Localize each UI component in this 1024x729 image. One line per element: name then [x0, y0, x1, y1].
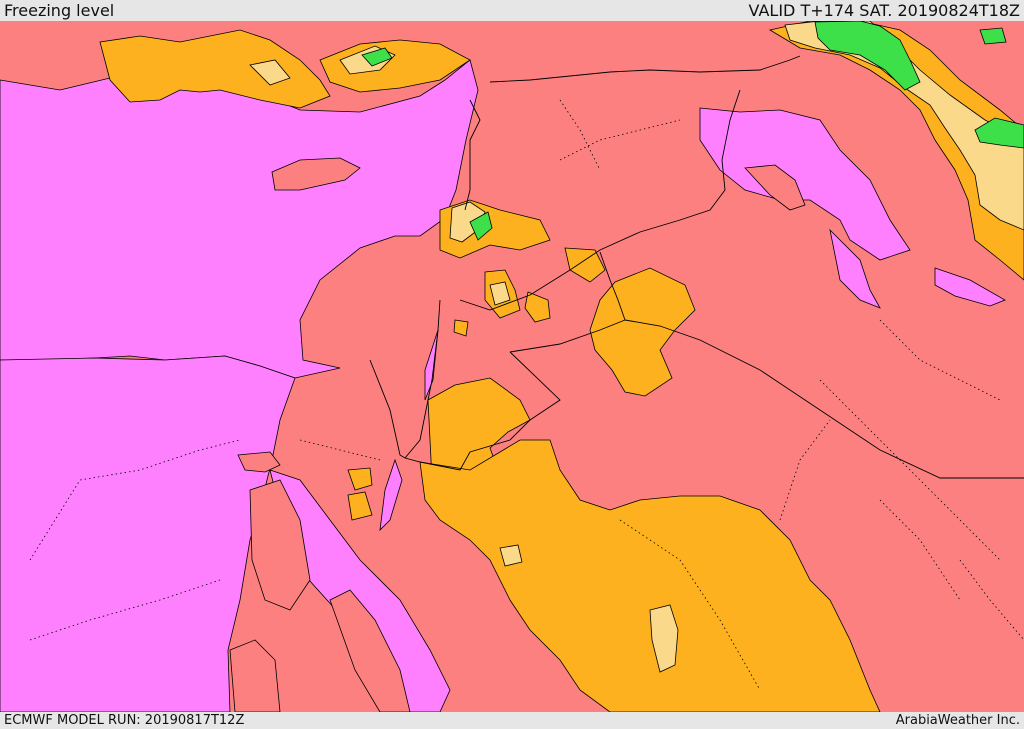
valid-time: VALID T+174 SAT. 20190824T18Z: [748, 1, 1020, 20]
map-title: Freezing level: [4, 1, 115, 20]
credit: ArabiaWeather Inc.: [895, 713, 1020, 728]
footer-bar: ECMWF MODEL RUN: 20190817T12Z ArabiaWeat…: [0, 712, 1024, 729]
model-run: ECMWF MODEL RUN: 20190817T12Z: [4, 713, 245, 728]
header-bar: Freezing level VALID T+174 SAT. 20190824…: [0, 0, 1024, 21]
freezing-level-map[interactable]: [0, 21, 1024, 712]
